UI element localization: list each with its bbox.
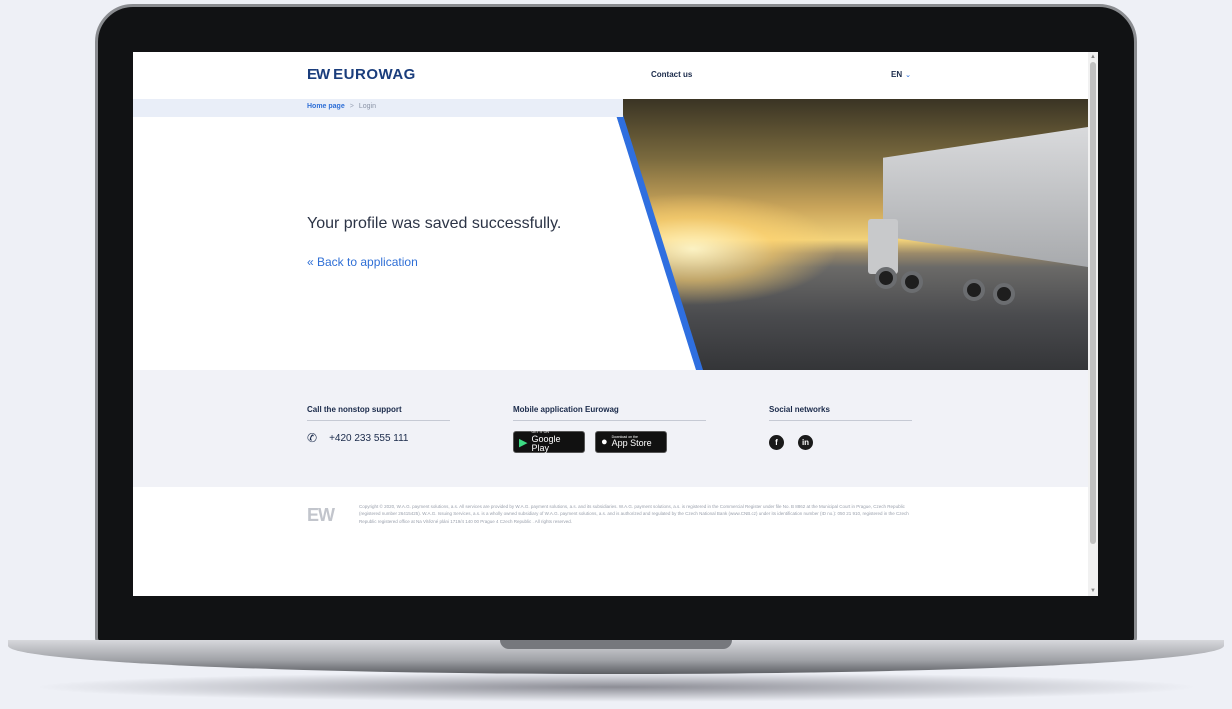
social-column: Social networks f in: [769, 405, 912, 450]
google-play-label: Google Play: [531, 433, 561, 453]
social-title: Social networks: [769, 405, 912, 421]
social-links: f in: [769, 435, 912, 450]
app-store-label: App Store: [611, 438, 652, 449]
truck-cab-image: [868, 219, 898, 274]
success-message: Your profile was saved successfully.: [307, 215, 562, 232]
phone-number[interactable]: +420 233 555 111: [329, 433, 408, 444]
apps-title: Mobile application Eurowag: [513, 405, 706, 421]
app-store-button[interactable]: ● Download on the App Store: [595, 431, 667, 453]
truck-wheel-image: [875, 267, 897, 289]
facebook-icon[interactable]: f: [769, 435, 784, 450]
browser-viewport: EW EUROWAG Contact us EN ⌄ Home page > L…: [133, 52, 1098, 596]
support-column: Call the nonstop support ✆ +420 233 555 …: [307, 405, 450, 445]
footer-contacts: Call the nonstop support ✆ +420 233 555 …: [133, 370, 1088, 487]
back-to-application-link[interactable]: « Back to application: [307, 255, 418, 269]
phone-icon: ✆: [307, 431, 318, 445]
eurowag-logo[interactable]: EW EUROWAG: [307, 66, 416, 83]
apps-column: Mobile application Eurowag ▶ GET IT ON G…: [513, 405, 706, 453]
breadcrumb-home-link[interactable]: Home page: [307, 103, 345, 110]
page-scrollbar[interactable]: ▲ ▼: [1088, 52, 1098, 596]
breadcrumb-bar: Home page > Login: [133, 99, 623, 117]
app-badges: ▶ GET IT ON Google Play ● Download on th…: [513, 431, 706, 453]
google-play-button[interactable]: ▶ GET IT ON Google Play: [513, 431, 585, 453]
language-selector[interactable]: EN ⌄: [891, 70, 911, 79]
phone-row[interactable]: ✆ +420 233 555 111: [307, 431, 450, 445]
breadcrumb-separator-icon: >: [349, 103, 354, 110]
scroll-down-arrow-icon[interactable]: ▼: [1090, 588, 1096, 594]
footer-logo: EW: [307, 505, 335, 525]
truck-wheel-image: [993, 283, 1015, 305]
laptop-shadow: [30, 672, 1202, 702]
language-label: EN: [891, 70, 903, 79]
footer-legal: EW Copyright © 2020, W.A.G. payment solu…: [133, 487, 1088, 596]
support-title: Call the nonstop support: [307, 405, 450, 421]
contact-us-link[interactable]: Contact us: [651, 70, 692, 79]
copyright-text: Copyright © 2020, W.A.G. payment solutio…: [359, 504, 909, 524]
scroll-up-arrow-icon[interactable]: ▲: [1090, 54, 1096, 60]
chevron-down-icon: ⌄: [905, 71, 911, 79]
scroll-thumb[interactable]: [1090, 62, 1096, 544]
breadcrumb: Home page > Login: [307, 103, 376, 110]
breadcrumb-current: Login: [358, 103, 376, 110]
truck-wheel-image: [963, 279, 985, 301]
site-header: EW EUROWAG Contact us EN ⌄: [133, 52, 1088, 99]
google-play-icon: ▶: [519, 436, 528, 449]
linkedin-icon[interactable]: in: [798, 435, 813, 450]
hero-section: Home page > Login Your profile was saved…: [133, 99, 1088, 370]
apple-icon: ●: [601, 436, 608, 448]
truck-wheel-image: [901, 271, 923, 293]
laptop-notch: [500, 640, 732, 649]
logo-mark-icon: EW: [307, 66, 330, 83]
logo-text: EUROWAG: [333, 66, 416, 83]
